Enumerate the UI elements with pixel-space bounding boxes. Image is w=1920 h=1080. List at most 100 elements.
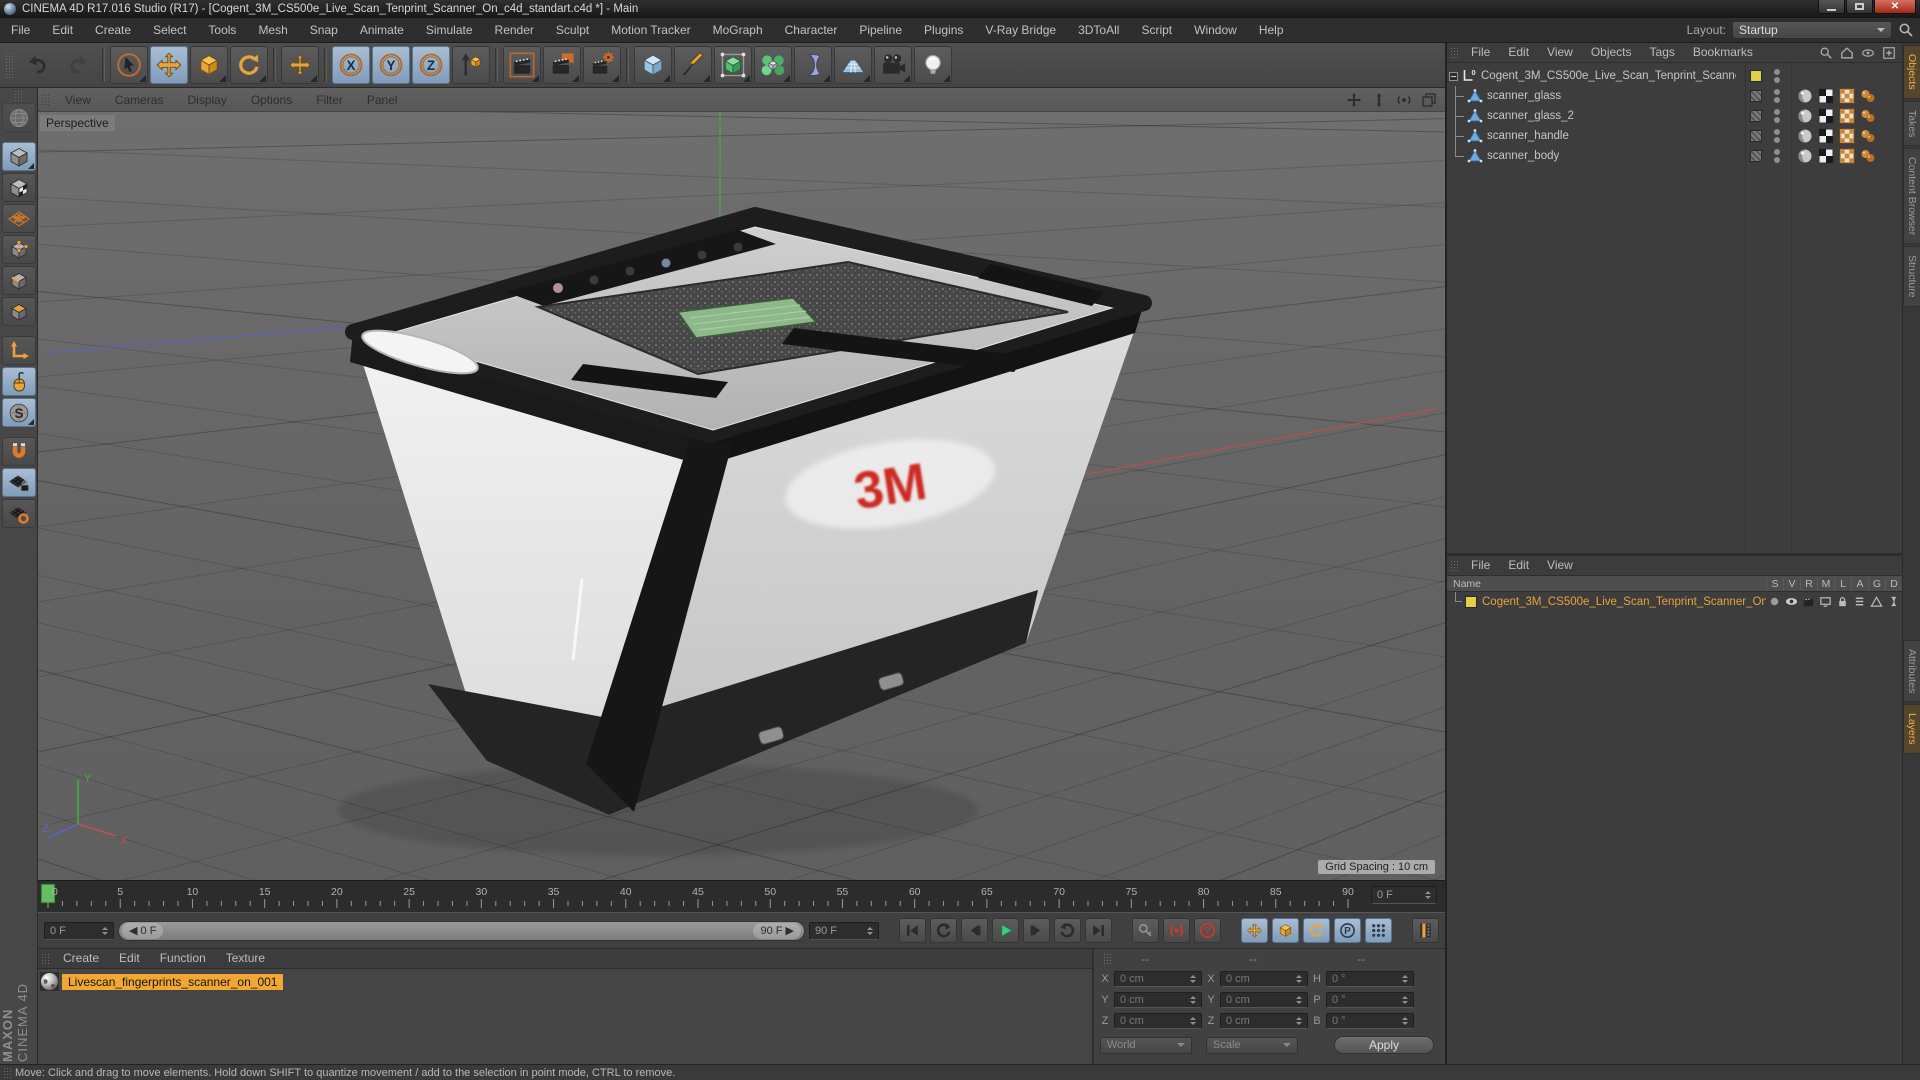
- menu-item-view[interactable]: View: [1538, 556, 1582, 575]
- menu-item-3dtoall[interactable]: 3DToAll: [1067, 18, 1130, 42]
- phong-tag-icon[interactable]: [1797, 148, 1813, 164]
- move-tool-button[interactable]: [150, 46, 188, 84]
- menu-item-motion-tracker[interactable]: Motion Tracker: [600, 18, 701, 42]
- object-tags[interactable]: [1797, 128, 1876, 144]
- coord-rotation-h-field[interactable]: 0 °: [1326, 970, 1414, 987]
- viewport-solo-button[interactable]: [1, 367, 36, 396]
- keyframe-selection-button[interactable]: [1412, 918, 1439, 943]
- viewport-canvas[interactable]: 3M Y Z X Perspective Grid Spacing : 10 c…: [38, 112, 1445, 880]
- render-to-picture-viewer-button[interactable]: [543, 46, 581, 84]
- visibility-toggles[interactable]: [1774, 149, 1780, 163]
- home-icon[interactable]: [1840, 46, 1854, 60]
- polygons-mode-button[interactable]: [1, 297, 36, 326]
- material-item[interactable]: Livescan_fingerprints_scanner_on_001: [40, 972, 1092, 991]
- key-parameter-button[interactable]: P: [1334, 918, 1361, 943]
- phong-tag-icon[interactable]: [1797, 108, 1813, 124]
- key-pla-button[interactable]: [1365, 918, 1392, 943]
- menu-item-edit[interactable]: Edit: [41, 18, 84, 42]
- coordinate-system-button[interactable]: [452, 46, 490, 84]
- tab-structure[interactable]: Structure: [1903, 246, 1920, 307]
- menu-item-simulate[interactable]: Simulate: [415, 18, 484, 42]
- scanner-3d-model[interactable]: 3M: [345, 207, 1152, 815]
- coord-position-z-field[interactable]: 0 cm: [1114, 1012, 1202, 1029]
- visibility-toggles[interactable]: [1774, 89, 1780, 103]
- filter-icon[interactable]: [1861, 46, 1875, 60]
- texture-tag-icon[interactable]: [1839, 108, 1855, 124]
- toggle-view-icon[interactable]: [1419, 91, 1439, 109]
- layout-select[interactable]: Startup: [1732, 21, 1892, 39]
- redo-button[interactable]: [59, 46, 97, 84]
- tab-takes[interactable]: Takes: [1903, 100, 1920, 147]
- menu-item-tags[interactable]: Tags: [1641, 43, 1684, 62]
- coord-scale-x-field[interactable]: 0 cm: [1220, 970, 1308, 987]
- menu-item-bookmarks[interactable]: Bookmarks: [1684, 43, 1762, 62]
- material-name[interactable]: Livescan_fingerprints_scanner_on_001: [62, 973, 284, 990]
- layer-color-chip[interactable]: [1750, 130, 1762, 142]
- edges-mode-button[interactable]: [1, 266, 36, 295]
- layer-color-chip[interactable]: [1750, 150, 1762, 162]
- object-row-scanner_glass_2[interactable]: scanner_glass_2: [1447, 106, 1902, 126]
- live-selection-button[interactable]: [110, 46, 148, 84]
- menu-item-file[interactable]: File: [1462, 556, 1499, 575]
- previous-frame-button[interactable]: [961, 918, 988, 943]
- texture-tag-icon[interactable]: [1839, 128, 1855, 144]
- goto-end-button[interactable]: [1085, 918, 1112, 943]
- apply-button[interactable]: Apply: [1334, 1036, 1434, 1054]
- tab-layers[interactable]: Layers: [1903, 704, 1920, 754]
- object-manager-grip[interactable]: [1450, 46, 1459, 59]
- layer-name[interactable]: Cogent_3M_CS500e_Live_Scan_Tenprint_Scan…: [1482, 596, 1766, 608]
- lock-z-axis-button[interactable]: Z: [412, 46, 450, 84]
- coordinates-grip[interactable]: [1103, 953, 1112, 965]
- material-thumbnail[interactable]: [40, 972, 59, 991]
- menu-item-script[interactable]: Script: [1130, 18, 1183, 42]
- menu-item-view[interactable]: View: [53, 89, 103, 111]
- menu-item-character[interactable]: Character: [774, 18, 849, 42]
- material-tag-icon[interactable]: [1860, 128, 1876, 144]
- expand-toggle-icon[interactable]: [1449, 71, 1458, 81]
- menu-item-create[interactable]: Create: [53, 949, 109, 968]
- toolbar-grip[interactable]: [5, 52, 15, 78]
- material-grip[interactable]: [41, 952, 50, 965]
- menu-item-options[interactable]: Options: [239, 89, 304, 111]
- coordinate-space-select[interactable]: World: [1100, 1036, 1192, 1054]
- menu-item-edit[interactable]: Edit: [1499, 43, 1538, 62]
- menu-item-help[interactable]: Help: [1248, 18, 1295, 42]
- transform-mode-select[interactable]: Scale: [1206, 1036, 1298, 1054]
- menu-item-render[interactable]: Render: [484, 18, 545, 42]
- add-cube-button[interactable]: [634, 46, 672, 84]
- zoom-view-icon[interactable]: [1369, 91, 1389, 109]
- menu-item-texture[interactable]: Texture: [216, 949, 275, 968]
- object-tags[interactable]: [1797, 88, 1876, 104]
- menu-item-display[interactable]: Display: [175, 89, 238, 111]
- coord-scale-y-field[interactable]: 0 cm: [1220, 991, 1308, 1008]
- visibility-toggles[interactable]: [1774, 129, 1780, 143]
- menu-item-mesh[interactable]: Mesh: [247, 18, 298, 42]
- key-scale-button[interactable]: [1272, 918, 1299, 943]
- menu-item-select[interactable]: Select: [142, 18, 197, 42]
- visibility-toggles[interactable]: [1774, 69, 1780, 83]
- pan-view-icon[interactable]: [1344, 91, 1364, 109]
- render-view-button[interactable]: [503, 46, 541, 84]
- planar-workplane-button[interactable]: [1, 499, 36, 528]
- enable-axis-mode-button[interactable]: [1, 336, 36, 365]
- menu-item-filter[interactable]: Filter: [304, 89, 355, 111]
- layer-row[interactable]: Cogent_3M_CS500e_Live_Scan_Tenprint_Scan…: [1447, 592, 1902, 611]
- render-settings-button[interactable]: [583, 46, 621, 84]
- scale-tool-button[interactable]: [190, 46, 228, 84]
- frame-spinner[interactable]: [1425, 891, 1431, 899]
- layer-toggle-icons[interactable]: [1766, 595, 1902, 608]
- visibility-toggles[interactable]: [1774, 109, 1780, 123]
- current-frame-field[interactable]: 0 F: [1371, 886, 1437, 904]
- add-spline-button[interactable]: [674, 46, 712, 84]
- camera-label[interactable]: Perspective: [40, 115, 115, 131]
- uvw-tag-icon[interactable]: [1818, 108, 1834, 124]
- rotate-view-icon[interactable]: [1394, 91, 1414, 109]
- points-mode-button[interactable]: [1, 235, 36, 264]
- menu-item-objects[interactable]: Objects: [1582, 43, 1641, 62]
- rotate-tool-button[interactable]: [230, 46, 268, 84]
- phong-tag-icon[interactable]: [1797, 88, 1813, 104]
- uvw-tag-icon[interactable]: [1818, 148, 1834, 164]
- add-light-button[interactable]: [914, 46, 952, 84]
- model-mode-button[interactable]: [1, 142, 36, 171]
- key-rotation-button[interactable]: [1303, 918, 1330, 943]
